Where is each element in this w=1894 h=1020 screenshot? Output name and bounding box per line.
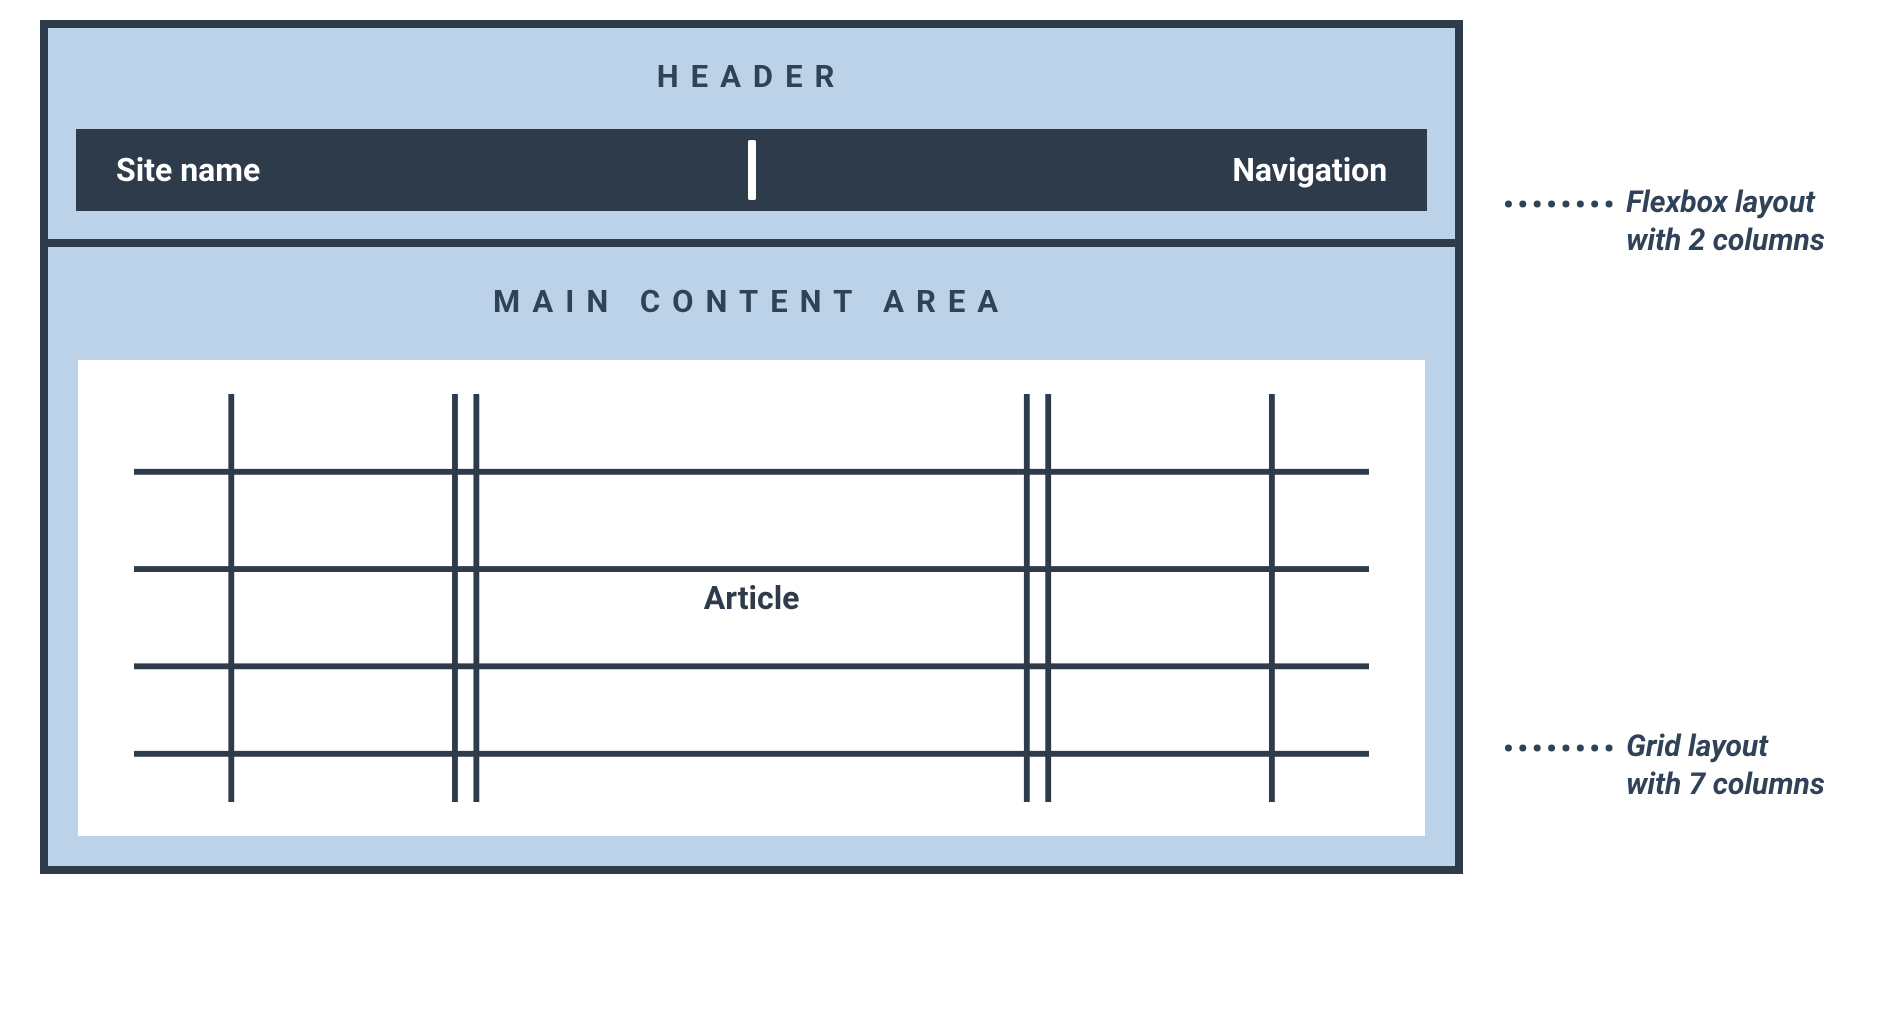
column-divider-icon bbox=[748, 140, 756, 200]
main-content-region: MAIN CONTENT AREA bbox=[48, 247, 1455, 866]
article-grid: Article bbox=[78, 360, 1425, 836]
nav-bar: Site name Navigation bbox=[76, 129, 1427, 211]
article-label: Article bbox=[694, 579, 810, 617]
annotation-grid: •••••••• Grid layoutwith 7 columns bbox=[1503, 728, 1825, 803]
leader-dots-icon: •••••••• bbox=[1503, 190, 1618, 220]
annotation-flexbox-text: Flexbox layoutwith 2 columns bbox=[1626, 184, 1825, 259]
leader-dots-icon: •••••••• bbox=[1503, 734, 1618, 764]
annotation-flexbox: •••••••• Flexbox layoutwith 2 columns bbox=[1503, 184, 1825, 259]
annotation-grid-text: Grid layoutwith 7 columns bbox=[1626, 728, 1825, 803]
navigation-label: Navigation bbox=[1232, 151, 1387, 189]
site-name-label: Site name bbox=[116, 151, 260, 189]
layout-diagram: HEADER Site name Navigation MAIN CONTENT… bbox=[40, 20, 1463, 874]
main-content-label: MAIN CONTENT AREA bbox=[78, 283, 1425, 320]
header-label: HEADER bbox=[76, 58, 1427, 95]
header-region: HEADER Site name Navigation bbox=[48, 28, 1455, 247]
annotations-column: •••••••• Flexbox layoutwith 2 columns ••… bbox=[1503, 20, 1854, 1020]
